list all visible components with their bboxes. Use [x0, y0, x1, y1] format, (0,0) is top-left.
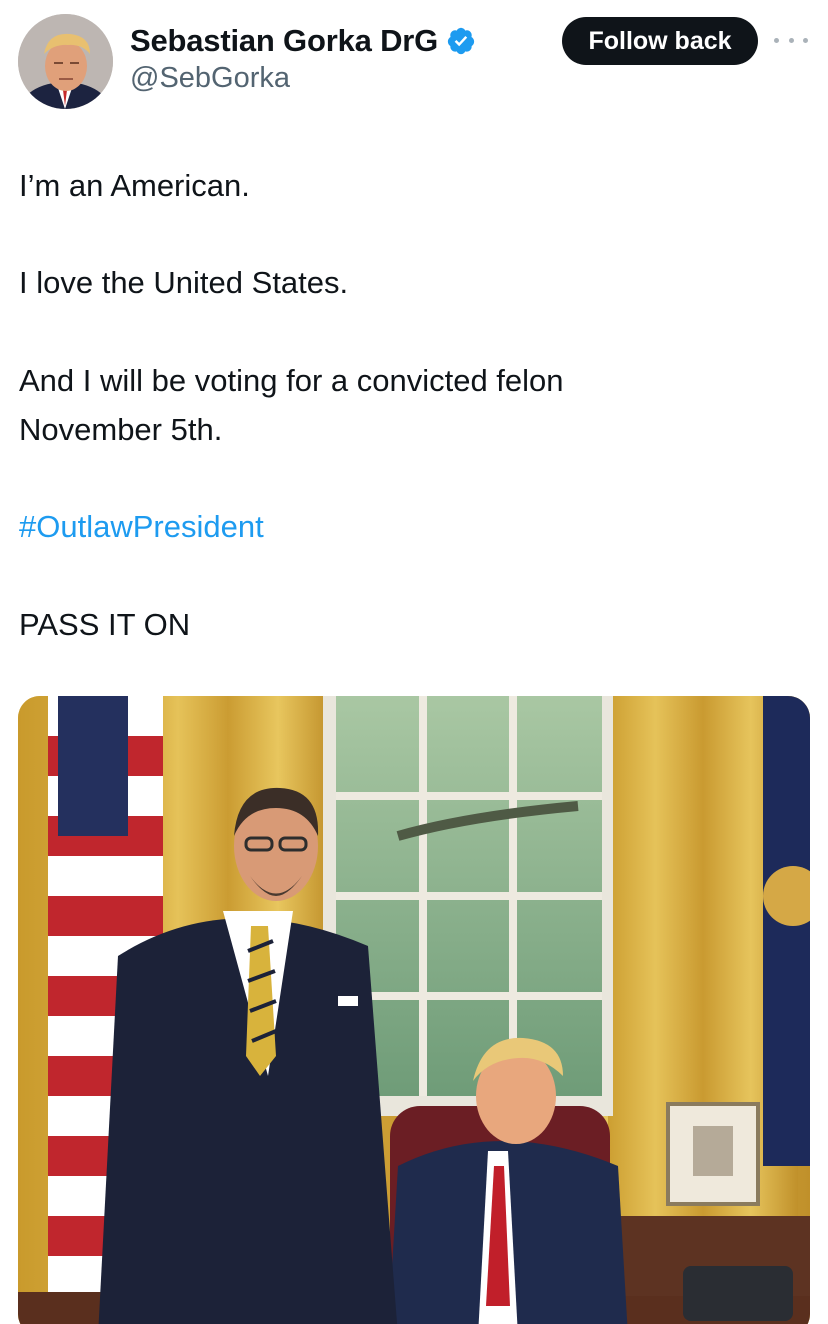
author-avatar[interactable]: [18, 14, 113, 109]
author-display-name[interactable]: Sebastian Gorka DrG: [130, 23, 438, 59]
hashtag-link[interactable]: #OutlawPresident: [19, 503, 264, 551]
more-dot: [803, 37, 808, 43]
photo-illustration: [18, 696, 810, 1324]
tweet-line: November 5th.: [19, 412, 223, 447]
tweet-media-photo[interactable]: [18, 696, 810, 1324]
author-names: Sebastian Gorka DrG @SebGorka: [130, 22, 476, 95]
tweet-line: And I will be voting for a convicted fel…: [19, 363, 564, 398]
avatar-photo: [18, 14, 113, 109]
tweet-line: I’m an American.: [19, 168, 250, 203]
display-name-row: Sebastian Gorka DrG: [130, 22, 476, 60]
more-dot: [788, 37, 794, 43]
more-options-icon[interactable]: [774, 28, 808, 52]
tweet-line: I love the United States.: [19, 265, 349, 300]
follow-back-button[interactable]: Follow back: [562, 17, 758, 65]
tweet-header: Sebastian Gorka DrG @SebGorka Follow bac…: [0, 0, 828, 120]
author-handle[interactable]: @SebGorka: [130, 62, 476, 95]
tweet-line: PASS IT ON: [19, 607, 191, 642]
verified-badge-icon: [446, 26, 476, 56]
more-dot: [774, 37, 779, 43]
